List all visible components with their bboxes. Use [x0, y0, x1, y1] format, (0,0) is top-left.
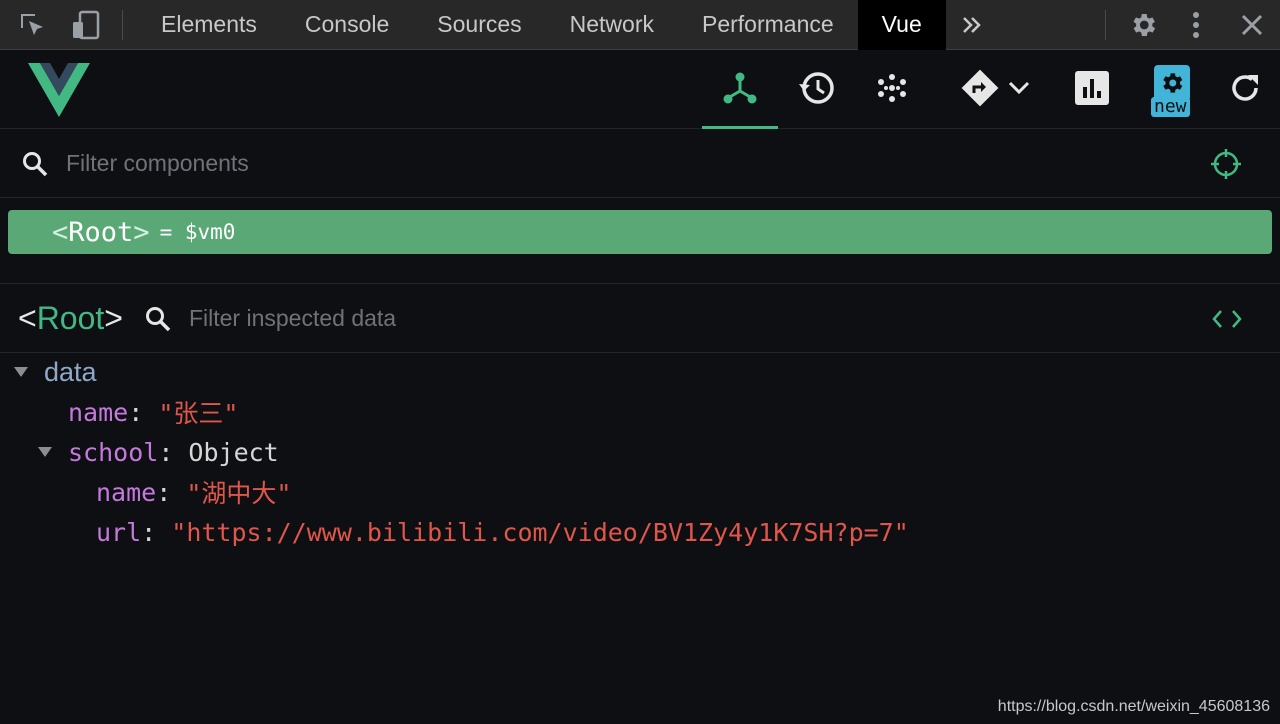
- watermark-text: https://blog.csdn.net/weixin_45608136: [997, 698, 1270, 715]
- more-tabs-icon[interactable]: [952, 0, 992, 50]
- property-key: school: [68, 437, 159, 467]
- filter-components-input[interactable]: [66, 150, 1166, 177]
- new-badge: new: [1151, 97, 1190, 117]
- expand-arrow-icon[interactable]: [38, 447, 52, 457]
- property-value: Object: [188, 437, 279, 467]
- title-close-bracket: >: [104, 300, 123, 336]
- property-value[interactable]: "湖中大": [186, 474, 291, 510]
- tag-close-bracket: >: [133, 216, 150, 248]
- tab-vue[interactable]: Vue: [857, 0, 946, 50]
- vm-reference: = $vm0: [159, 220, 236, 244]
- tag-open-bracket: <: [52, 216, 69, 248]
- events-icon: [876, 72, 908, 109]
- tab-performance[interactable]: Performance: [678, 0, 858, 50]
- title-open-bracket: <: [18, 300, 37, 336]
- inspected-component-title: <Root>: [18, 300, 123, 337]
- data-row-school-url: url: "https://www.bilibili.com/video/BV1…: [96, 512, 909, 552]
- tab-console[interactable]: Console: [281, 0, 413, 50]
- property-colon: :: [141, 517, 172, 547]
- kebab-menu-icon[interactable]: [1168, 0, 1224, 50]
- inspect-element-icon[interactable]: [12, 0, 52, 50]
- property-key: url: [96, 517, 142, 547]
- property-value[interactable]: "https://www.bilibili.com/video/BV1Zy4y1…: [171, 518, 909, 547]
- vue-devtools-toolbar: new: [0, 51, 1280, 129]
- search-icon: [145, 306, 171, 332]
- component-tree: < Root > = $vm0: [0, 200, 1280, 284]
- tab-network[interactable]: Network: [546, 0, 678, 50]
- title-component-name: Root: [36, 300, 105, 336]
- vuex-history-icon: [797, 70, 835, 111]
- toolbar-divider: [122, 9, 123, 40]
- settings-button[interactable]: new: [1140, 51, 1204, 129]
- tab-elements[interactable]: Elements: [137, 0, 281, 50]
- code-icon[interactable]: [1212, 309, 1242, 329]
- select-component-target-icon[interactable]: [1210, 148, 1242, 180]
- tab-sources[interactable]: Sources: [413, 0, 545, 50]
- vuex-history-button[interactable]: [778, 51, 854, 129]
- routing-icon: [960, 68, 1000, 113]
- refresh-icon: [1228, 71, 1262, 110]
- toolbar-divider: [1105, 9, 1106, 40]
- property-key: name: [96, 477, 157, 507]
- events-button[interactable]: [854, 51, 930, 129]
- close-icon[interactable]: [1224, 0, 1280, 50]
- property-key: name: [68, 397, 129, 427]
- device-toolbar-icon[interactable]: [66, 0, 106, 50]
- refresh-button[interactable]: [1210, 51, 1280, 129]
- devtools-tab-bar: Elements Console Sources Network Perform…: [0, 0, 1280, 50]
- settings-icon: new: [1151, 65, 1192, 117]
- property-colon: :: [158, 437, 189, 467]
- chevron-down-icon[interactable]: [1008, 81, 1030, 100]
- filter-inspected-data-input[interactable]: [188, 305, 1089, 332]
- property-value[interactable]: "张三": [158, 394, 238, 430]
- components-icon: [723, 71, 757, 110]
- components-tab-button[interactable]: [702, 51, 778, 129]
- section-data[interactable]: data: [14, 352, 97, 392]
- performance-icon: [1075, 70, 1109, 110]
- performance-button[interactable]: [1054, 51, 1130, 129]
- data-row-school-name: name: "湖中大": [96, 472, 291, 512]
- settings-gear-icon[interactable]: [1118, 0, 1168, 50]
- expand-arrow-icon[interactable]: [14, 367, 28, 377]
- routing-button[interactable]: [950, 51, 1040, 129]
- data-row-name: name: "张三": [68, 392, 238, 432]
- tree-item-root[interactable]: < Root > = $vm0: [8, 210, 1272, 254]
- inspector-header: <Root>: [0, 285, 1280, 353]
- vue-logo-icon: [28, 63, 90, 122]
- component-name: Root: [68, 216, 134, 248]
- section-label: data: [44, 356, 97, 387]
- filter-components-bar: [0, 130, 1280, 198]
- property-colon: :: [128, 397, 159, 427]
- property-colon: :: [156, 477, 187, 507]
- search-icon: [22, 151, 48, 177]
- data-row-school[interactable]: school: Object: [38, 432, 279, 472]
